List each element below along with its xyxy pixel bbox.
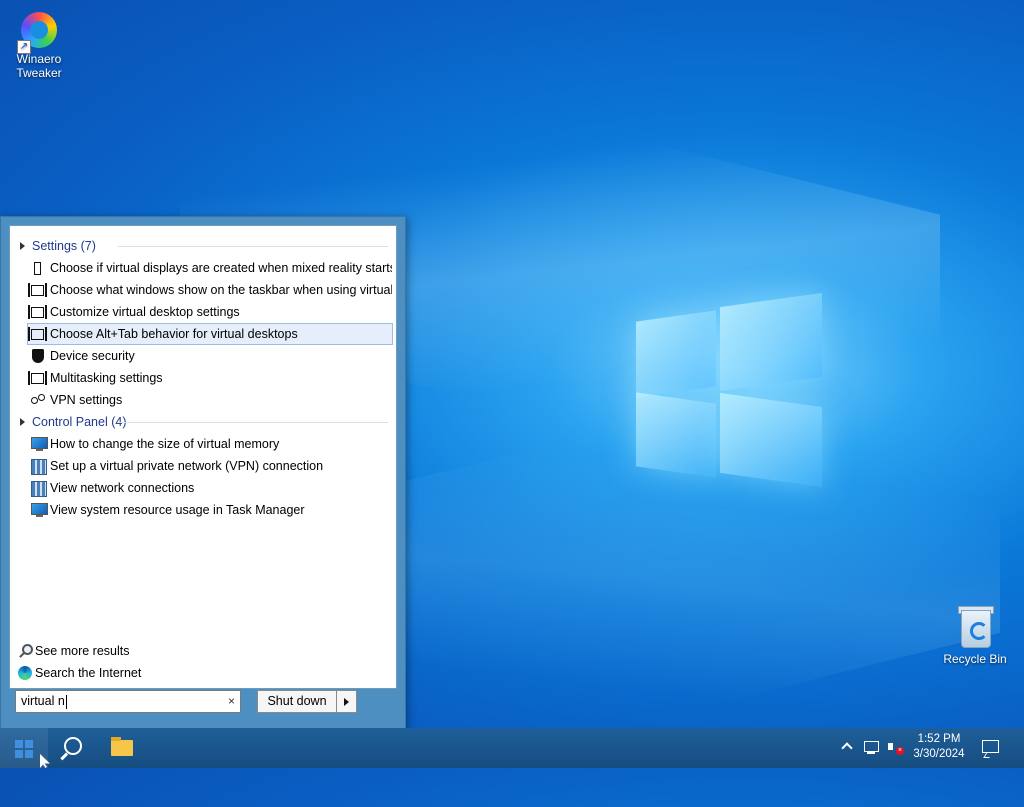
search-result-item[interactable]: VPN settings [28, 390, 392, 410]
desktop-icon-label: Winaero Tweaker [16, 52, 62, 80]
system-monitor-icon [31, 437, 48, 451]
taskbar: × 1:52 PM 3/30/2024 [0, 728, 1024, 768]
desktop-icon-label: Recycle Bin [943, 652, 1007, 666]
vpn-icon [31, 394, 45, 404]
taskbar-search-icon[interactable] [52, 728, 92, 768]
clock-date: 3/30/2024 [913, 748, 965, 760]
search-input-value: virtual n [21, 694, 65, 708]
search-result-item[interactable]: View system resource usage in Task Manag… [28, 500, 392, 520]
expand-triangle-icon [20, 418, 25, 426]
windows-logo-wallpaper [636, 290, 822, 488]
expand-triangle-icon [20, 242, 25, 250]
search-results-panel: Settings (7) Choose if virtual displays … [9, 225, 397, 689]
search-result-item[interactable]: Customize virtual desktop settings [28, 302, 392, 322]
desktop-icon-winaero-tweaker[interactable]: ↗ Winaero Tweaker [4, 12, 74, 80]
group-header-settings[interactable]: Settings (7) [10, 236, 396, 256]
network-icon [31, 481, 47, 497]
group-divider [118, 246, 388, 247]
search-result-item[interactable]: View network connections [28, 478, 392, 498]
start-search-input[interactable]: virtual n × [15, 690, 241, 713]
shut-down-button[interactable]: Shut down [257, 690, 337, 713]
recycle-bin-icon [957, 604, 994, 648]
search-result-item[interactable]: Set up a virtual private network (VPN) c… [28, 456, 392, 476]
taskbar-clock[interactable]: 1:52 PM 3/30/2024 [905, 728, 973, 772]
multitasking-icon [28, 371, 47, 385]
search-result-item[interactable]: Multitasking settings [28, 368, 392, 388]
shield-icon [32, 349, 44, 363]
group-header-control-panel[interactable]: Control Panel (4) [10, 412, 396, 432]
network-tray-icon[interactable] [861, 728, 883, 768]
phone-icon [34, 262, 41, 275]
shortcut-arrow-icon: ↗ [17, 40, 31, 54]
show-hidden-icons-chevron-icon[interactable] [838, 728, 856, 768]
multitasking-icon [28, 283, 47, 297]
file-explorer-icon[interactable] [103, 728, 143, 768]
search-result-item[interactable]: How to change the size of virtual memory [28, 434, 392, 454]
group-divider [118, 422, 388, 423]
winaero-tweaker-icon: ↗ [17, 12, 57, 54]
search-result-item-selected[interactable]: Choose Alt+Tab behavior for virtual desk… [27, 323, 393, 345]
search-result-item[interactable]: Choose what windows show on the taskbar … [28, 280, 392, 300]
clock-time: 1:52 PM [917, 733, 961, 745]
magnifier-icon [22, 644, 33, 655]
start-menu: Settings (7) Choose if virtual displays … [0, 216, 406, 730]
volume-muted-icon[interactable]: × [885, 728, 907, 768]
multitasking-icon [28, 305, 47, 319]
edge-browser-icon [18, 666, 32, 680]
search-result-item[interactable]: Device security [28, 346, 392, 366]
shut-down-options-arrow-icon[interactable] [336, 690, 357, 713]
clear-search-icon[interactable]: × [228, 691, 235, 712]
action-center-icon[interactable] [982, 728, 1000, 768]
text-caret [65, 694, 67, 709]
search-result-item[interactable]: Choose if virtual displays are created w… [28, 258, 392, 278]
desktop-icon-recycle-bin[interactable]: Recycle Bin [940, 604, 1010, 666]
multitasking-icon [28, 327, 47, 341]
system-monitor-icon [31, 503, 48, 517]
network-icon [31, 459, 47, 475]
